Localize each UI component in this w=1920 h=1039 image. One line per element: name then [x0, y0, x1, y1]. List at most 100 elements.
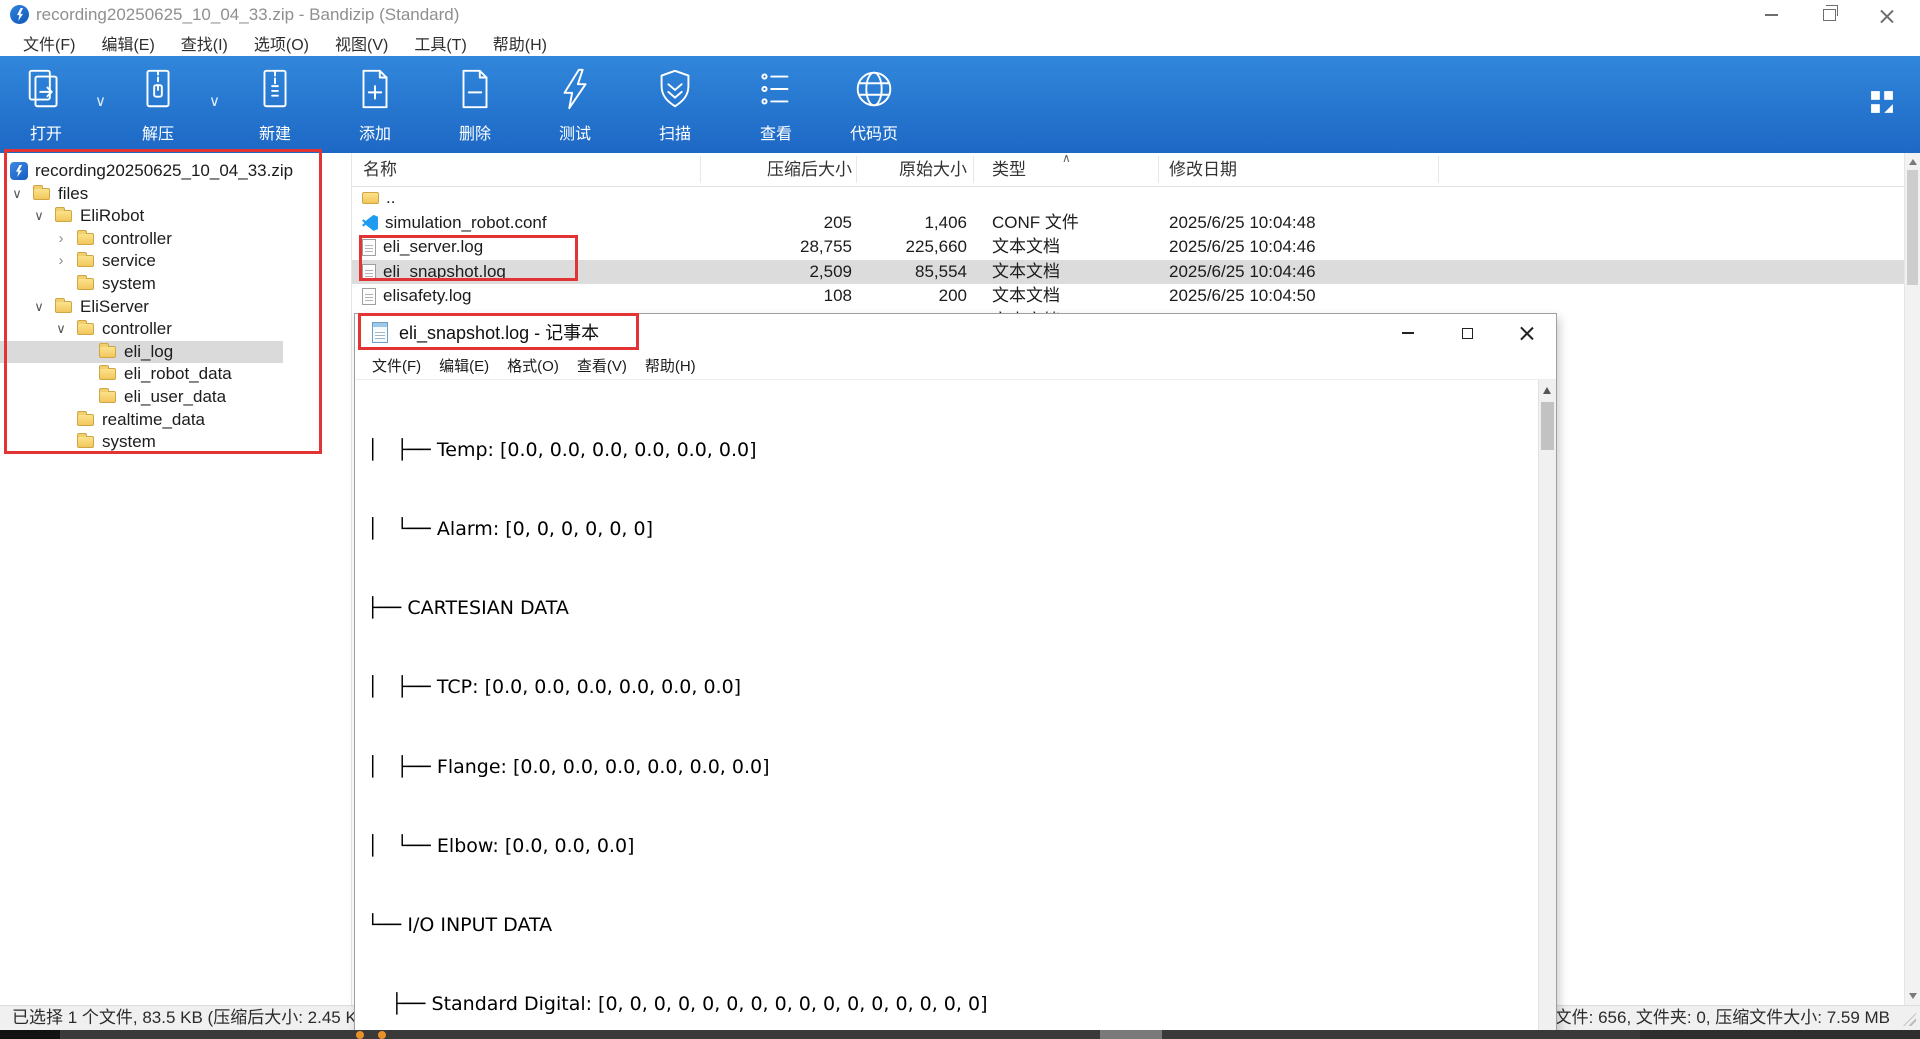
scroll-down-icon[interactable] — [1909, 993, 1917, 999]
codepage-button[interactable]: 代码页 — [828, 62, 920, 150]
file-modified-date: 2025/6/25 10:04:48 — [1169, 211, 1316, 236]
windows-taskbar[interactable] — [0, 1030, 1920, 1039]
codepage-globe-icon — [851, 66, 897, 112]
vscode-file-icon — [362, 215, 378, 231]
new-archive-label: 新建 — [259, 120, 291, 144]
test-label: 测试 — [559, 120, 591, 144]
notepad-window: eli_snapshot.log - 记事本 文件(F) 编辑(E) 格式(O)… — [355, 314, 1556, 1039]
close-button[interactable] — [1858, 0, 1916, 30]
open-label: 打开 — [30, 120, 62, 144]
taskbar-left-segment — [0, 1030, 60, 1039]
log-line: ├── Standard Digital: [0, 0, 0, 0, 0, 0,… — [367, 991, 1538, 1017]
bandizip-toolbar: 打开 ∨ 解压 ∨ 新建 添加 删除 测试 扫描 查看 — [0, 56, 1920, 153]
column-header-type[interactable]: 类型 — [992, 153, 1026, 186]
file-original-size: 1,406 — [862, 211, 967, 236]
scroll-up-icon[interactable] — [1543, 387, 1551, 394]
notepad-close-button[interactable] — [1501, 314, 1551, 352]
log-line: │ ├── Flange: [0.0, 0.0, 0.0, 0.0, 0.0, … — [367, 754, 1538, 780]
file-original-size: 200 — [862, 284, 967, 309]
extract-icon — [135, 66, 181, 112]
new-archive-icon — [252, 66, 298, 112]
notepad-menu-edit[interactable]: 编辑(E) — [430, 355, 498, 376]
open-button[interactable]: 打开 — [0, 62, 92, 150]
menu-file[interactable]: 文件(F) — [10, 31, 88, 55]
taskbar-button[interactable] — [1100, 1030, 1162, 1039]
column-header-compressed[interactable]: 压缩后大小 — [708, 153, 852, 186]
restore-button[interactable] — [1800, 0, 1858, 30]
menu-tools[interactable]: 工具(T) — [401, 31, 479, 55]
menu-find[interactable]: 查找(I) — [168, 31, 241, 55]
minimize-button[interactable] — [1742, 0, 1800, 30]
bandizip-titlebar: recording20250625_10_04_33.zip - Bandizi… — [0, 0, 1920, 30]
codepage-label: 代码页 — [850, 120, 898, 144]
file-type: 文本文档 — [992, 260, 1060, 285]
resize-grip[interactable] — [1903, 1013, 1916, 1026]
scroll-up-icon[interactable] — [1909, 159, 1917, 165]
sort-ascending-icon: ∧ — [1062, 153, 1071, 165]
file-name: .. — [386, 186, 395, 211]
notepad-menu-file[interactable]: 文件(F) — [363, 355, 430, 376]
file-modified-date: 2025/6/25 10:04:46 — [1169, 235, 1316, 260]
file-row-eli-snapshot-log-selected[interactable]: eli_snapshot.log 2,509 85,554 文本文档 2025/… — [352, 260, 1904, 285]
scrollbar-thumb[interactable] — [1907, 170, 1918, 285]
open-dropdown-chevron[interactable]: ∨ — [95, 92, 106, 110]
notepad-scrollbar[interactable] — [1538, 380, 1556, 1039]
notepad-minimize-button[interactable] — [1383, 314, 1433, 352]
minimize-icon — [1765, 14, 1778, 16]
extract-button[interactable]: 解压 — [112, 62, 204, 150]
new-archive-button[interactable]: 新建 — [229, 62, 321, 150]
notepad-menu-format[interactable]: 格式(O) — [498, 355, 568, 376]
view-button[interactable]: 查看 — [730, 62, 822, 150]
list-header: 名称 压缩后大小 原始大小 类型 ∧ 修改日期 — [352, 153, 1904, 187]
notepad-maximize-button[interactable] — [1442, 314, 1492, 352]
menu-options[interactable]: 选项(O) — [241, 31, 322, 55]
notepad-text-area[interactable]: │ ├── Temp: [0.0, 0.0, 0.0, 0.0, 0.0, 0.… — [355, 380, 1538, 1039]
header-separator — [1158, 156, 1159, 183]
close-icon — [1519, 326, 1533, 340]
file-modified-date: 2025/6/25 10:04:46 — [1169, 260, 1316, 285]
text-document-icon — [362, 288, 376, 305]
delete-button[interactable]: 删除 — [429, 62, 521, 150]
taskbar-app-icon[interactable] — [378, 1031, 386, 1039]
menu-view[interactable]: 视图(V) — [322, 31, 401, 55]
taskbar-app-icon[interactable] — [356, 1031, 364, 1039]
file-row-up[interactable]: .. — [352, 186, 1904, 211]
add-button[interactable]: 添加 — [329, 62, 421, 150]
header-separator — [1438, 156, 1439, 183]
file-compressed-size: 2,509 — [708, 260, 852, 285]
menu-edit[interactable]: 编辑(E) — [88, 31, 167, 55]
header-separator — [700, 156, 701, 183]
column-header-modified[interactable]: 修改日期 — [1169, 153, 1237, 186]
header-separator — [973, 156, 974, 183]
column-header-original[interactable]: 原始大小 — [862, 153, 967, 186]
test-button[interactable]: 测试 — [529, 62, 621, 150]
bandizip-app-icon — [10, 5, 29, 24]
notepad-menu-view[interactable]: 查看(V) — [568, 355, 636, 376]
view-list-icon — [753, 66, 799, 112]
menu-help[interactable]: 帮助(H) — [480, 31, 560, 55]
close-icon — [1880, 8, 1894, 22]
view-label: 查看 — [760, 120, 792, 144]
window-title: recording20250625_10_04_33.zip - Bandizi… — [36, 0, 459, 30]
notepad-menu-help[interactable]: 帮助(H) — [636, 355, 705, 376]
file-row-eli-server-log[interactable]: eli_server.log 28,755 225,660 文本文档 2025/… — [352, 235, 1904, 260]
file-list-scrollbar[interactable] — [1904, 153, 1920, 1005]
maximize-icon — [1462, 328, 1473, 339]
scan-label: 扫描 — [659, 120, 691, 144]
extract-dropdown-chevron[interactable]: ∨ — [209, 92, 220, 110]
restore-icon — [1823, 9, 1836, 21]
delete-label: 删除 — [459, 120, 491, 144]
file-row-simulation-robot-conf[interactable]: simulation_robot.conf 205 1,406 CONF 文件 … — [352, 211, 1904, 236]
extract-label: 解压 — [142, 120, 174, 144]
file-row-elisafety-log[interactable]: elisafety.log 108 200 文本文档 2025/6/25 10:… — [352, 284, 1904, 309]
taskbar-right-segment — [1640, 1030, 1920, 1039]
scrollbar-thumb[interactable] — [1541, 402, 1554, 450]
scan-button[interactable]: 扫描 — [629, 62, 721, 150]
layout-grid-icon[interactable] — [1870, 90, 1894, 114]
folder-icon — [362, 192, 379, 204]
column-header-name[interactable]: 名称 — [363, 153, 397, 186]
log-line: ├── CARTESIAN DATA — [367, 595, 1538, 621]
log-line: │ ├── Temp: [0.0, 0.0, 0.0, 0.0, 0.0, 0.… — [367, 437, 1538, 463]
notepad-menubar: 文件(F) 编辑(E) 格式(O) 查看(V) 帮助(H) — [355, 352, 1556, 380]
file-original-size: 225,660 — [862, 235, 967, 260]
